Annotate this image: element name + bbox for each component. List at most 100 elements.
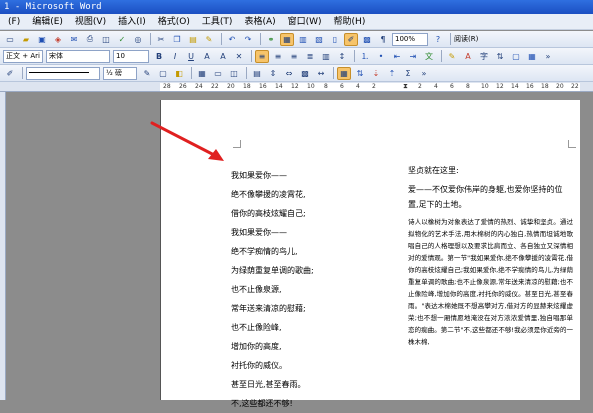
phonetic-guide-icon[interactable]: 文 [422,50,436,63]
char-shading-icon[interactable]: A [216,50,230,63]
open-folder-icon[interactable]: ▰ [19,33,33,46]
drawing-icon[interactable]: ✐ [344,32,358,46]
border-color-icon[interactable]: ✎ [140,67,154,80]
menu-file[interactable]: (F) [8,14,20,29]
indent-marker-icon[interactable]: ⧗ [403,82,408,91]
split-cells-icon[interactable]: ◫ [227,67,241,80]
format-painter-icon[interactable]: ✎ [202,33,216,46]
autofit-icon[interactable]: ↔ [314,67,328,80]
bullets-icon[interactable]: • [374,50,388,63]
menu-edit[interactable]: 编辑(E) [32,14,63,29]
font-size-select[interactable]: 10 [113,49,149,63]
show-hide-icon[interactable]: ¶ [376,33,390,46]
enclose-char-icon[interactable]: 字 [477,50,491,63]
font-select[interactable]: 宋体 [46,49,110,63]
sort-descending-icon[interactable]: ⇣ [369,67,383,80]
poem-line: 绝不像攀援的凌霄花, [231,190,306,199]
print-preview-icon[interactable]: ◫ [99,33,113,46]
menu-view[interactable]: 视图(V) [75,14,106,29]
distributed-icon[interactable]: ▥ [319,50,333,63]
more-icon[interactable]: » [541,50,555,63]
spelling-icon[interactable]: ✓ [115,33,129,46]
line-weight-select[interactable]: ½ 磅 [103,66,137,80]
outside-border-icon[interactable]: ▢ [156,67,170,80]
decrease-indent-icon[interactable]: ⇤ [390,50,404,63]
save-icon[interactable]: ▣ [35,33,49,46]
ruler-tick: 24 [195,83,203,90]
poem-line: 借你的高枝炫耀自己; [231,209,306,218]
draw-table-icon[interactable]: ✐ [3,67,17,80]
tables-borders-icon[interactable]: ▦ [280,32,294,46]
line-spacing-icon[interactable]: ↕ [335,50,349,63]
zoom-select[interactable]: 100% [392,32,428,46]
autosum-icon[interactable]: Σ [401,67,415,80]
menu-table[interactable]: 表格(A) [244,14,275,29]
help-icon[interactable]: ? [431,33,445,46]
align-cell-icon[interactable]: ▤ [250,67,264,80]
columns-icon[interactable]: ▯ [328,33,342,46]
distribute-rows-icon[interactable]: ⇕ [266,67,280,80]
ruler-tick: 6 [340,83,344,90]
align-left-icon[interactable]: ≡ [255,49,269,63]
menu-tools[interactable]: 工具(T) [202,14,233,29]
document-map-icon[interactable]: ▩ [360,33,374,46]
style-select[interactable]: 正文 + Ari [3,49,43,63]
horizontal-ruler[interactable]: 28 26 24 22 20 18 16 14 12 10 8 6 4 2 2 … [0,82,593,92]
justify-icon[interactable]: ≣ [303,50,317,63]
menu-window[interactable]: 窗口(W) [288,14,322,29]
insert-excel-icon[interactable]: ▧ [312,33,326,46]
commentary-column[interactable]: 坚贞就在这里: 爱——不仅爱你伟岸的身躯,也爱你坚持的位置,足下的土地。 诗人以… [408,163,573,348]
copy-icon[interactable]: ❐ [170,33,184,46]
undo-icon[interactable]: ↶ [225,33,239,46]
email-icon[interactable]: ✉ [67,33,81,46]
underline-button[interactable]: U [184,50,198,63]
menu-format[interactable]: 格式(O) [158,14,190,29]
align-center-icon[interactable]: ≡ [271,50,285,63]
redo-icon[interactable]: ↷ [241,33,255,46]
print-icon[interactable]: ⎙ [83,33,97,46]
hyperlink-icon[interactable]: ⚭ [264,33,278,46]
menu-help[interactable]: 帮助(H) [334,14,366,29]
reading-button[interactable]: 阅读(R) [454,34,478,44]
numbering-icon[interactable]: ⒈ [358,50,372,63]
font-color-icon[interactable]: A [461,50,475,63]
grid-icon[interactable]: ▦ [525,50,539,63]
char-border-icon[interactable]: A [200,50,214,63]
ruler-tick: 16 [526,83,534,90]
separator [354,50,355,62]
vertical-ruler[interactable] [0,92,6,400]
text-direction-icon[interactable]: ⇅ [493,50,507,63]
show-gridlines-icon[interactable]: ▦ [337,66,351,80]
italic-button[interactable]: I [168,50,182,63]
cut-icon[interactable]: ✂ [154,33,168,46]
new-document-icon[interactable]: ▭ [3,33,17,46]
bold-button[interactable]: B [152,50,166,63]
increase-indent-icon[interactable]: ⇥ [406,50,420,63]
shading-color-icon[interactable]: ◧ [172,67,186,80]
commentary-heading: 坚贞就在这里: [408,166,459,175]
table-autoformat-icon[interactable]: ▩ [298,67,312,80]
paste-icon[interactable]: ▤ [186,33,200,46]
insert-table-menu-icon[interactable]: ▦ [195,67,209,80]
ruler-tick: 10 [481,83,489,90]
border-icon[interactable]: ▢ [509,50,523,63]
toolbar-options-icon[interactable]: » [417,67,431,80]
poem-line: 增加你的高度, [231,342,282,351]
research-icon[interactable]: ◎ [131,33,145,46]
text-direction-table-icon[interactable]: ⇅ [353,67,367,80]
poem-column[interactable]: 我如果爱你—— 绝不像攀援的凌霄花, 借你的高枝炫耀自己; 我如果爱你—— 绝不… [231,166,341,413]
highlight-icon[interactable]: ✎ [445,50,459,63]
tables-borders-toolbar: ✐ ½ 磅 ✎ ▢ ◧ ▦ ▭ ◫ ▤ ⇕ ⇔ ▩ ↔ ▦ ⇅ ⇣ ⇡ Σ » [0,65,593,82]
separator [191,67,192,79]
menu-bar: (F) 编辑(E) 视图(V) 插入(I) 格式(O) 工具(T) 表格(A) … [0,14,593,30]
line-style-select[interactable] [26,66,100,80]
merge-cells-icon[interactable]: ▭ [211,67,225,80]
distribute-cols-icon[interactable]: ⇔ [282,67,296,80]
permission-icon[interactable]: ◈ [51,33,65,46]
menu-insert[interactable]: 插入(I) [118,14,146,29]
insert-table-icon[interactable]: ▥ [296,33,310,46]
ruler-tick: 12 [291,83,299,90]
align-right-icon[interactable]: ≡ [287,50,301,63]
sort-ascending-icon[interactable]: ⇡ [385,67,399,80]
char-scale-icon[interactable]: ✕ [232,50,246,63]
